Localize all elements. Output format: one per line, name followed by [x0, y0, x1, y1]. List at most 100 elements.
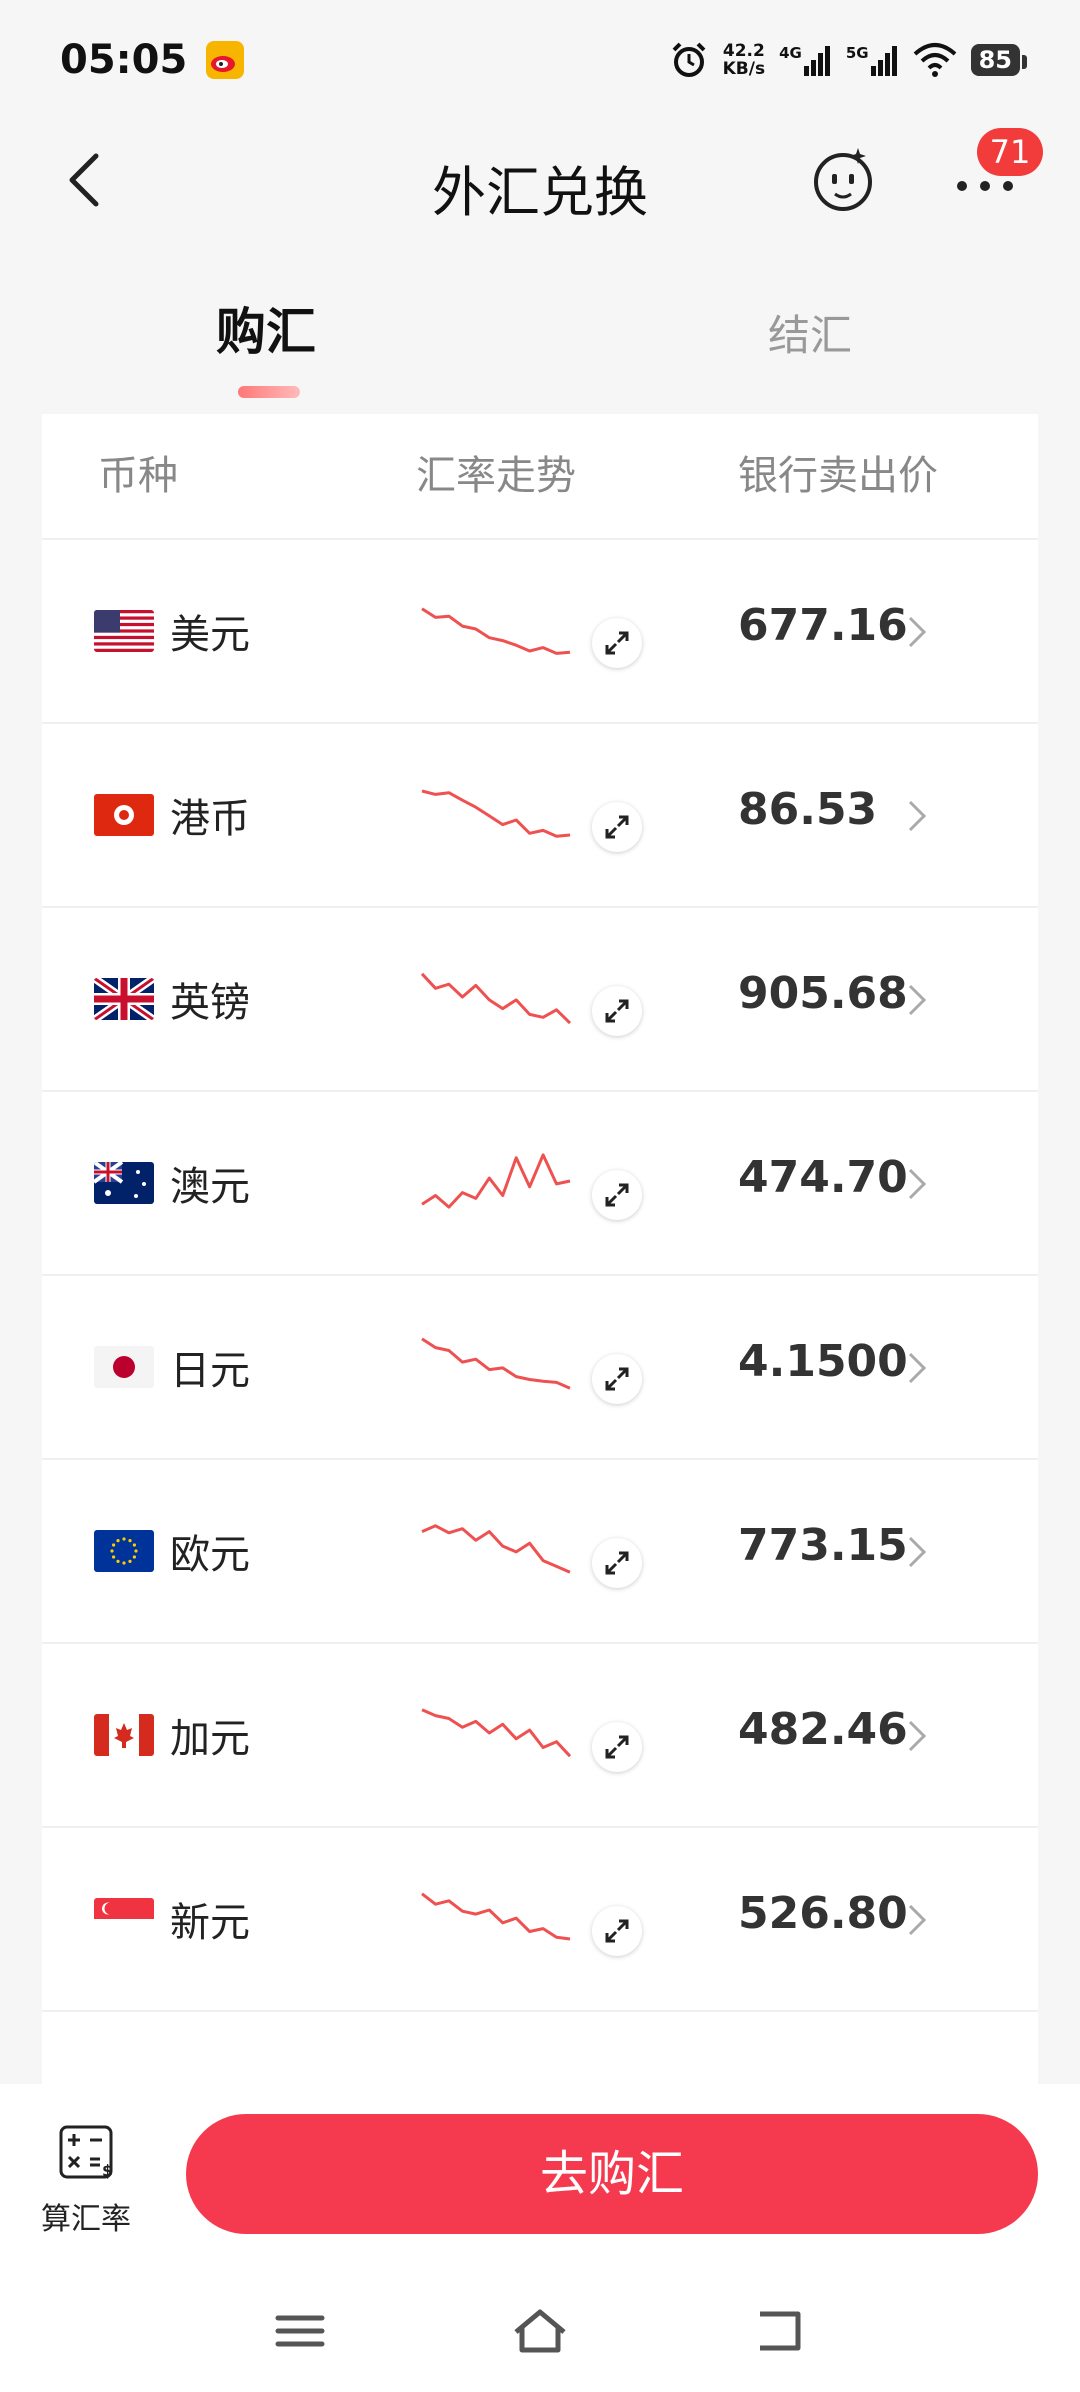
currency-row[interactable]: 加元 482.46 [42, 1644, 1038, 1826]
trend-sparkline [421, 1708, 572, 1758]
expand-icon [605, 815, 629, 839]
gb-flag [94, 978, 154, 1020]
status-icons: 42.2 KB/s 4G 5G 85 [669, 40, 1028, 80]
expand-chart-button[interactable] [592, 618, 642, 668]
sell-price: 526.80 [738, 1888, 908, 1939]
app-header: 外汇兑换 [0, 120, 1080, 240]
speed-value: 42.2 [722, 41, 765, 61]
currency-row[interactable]: 港币 86.53 [42, 724, 1038, 906]
notification-badge: 71 [977, 128, 1043, 176]
active-tab-indicator [238, 386, 300, 398]
bottom-bar: $ 算汇率 去购汇 [0, 2084, 1080, 2392]
currency-name: 欧元 [170, 1532, 250, 1578]
trend-sparkline [421, 1337, 571, 1390]
expand-icon [605, 1551, 629, 1575]
trend-sparkline [421, 1524, 571, 1574]
tab-sell[interactable]: 结汇 [768, 302, 852, 363]
net-label-5g: 5G [845, 44, 869, 62]
currency-row[interactable]: 欧元 773.15 [42, 1460, 1038, 1642]
expand-chart-button[interactable] [592, 802, 642, 852]
currency-row[interactable]: 英镑 905.68 [42, 908, 1038, 1090]
expand-icon [605, 1919, 629, 1943]
expand-chart-button[interactable] [592, 1906, 642, 1956]
column-header-price: 银行卖出价 [738, 453, 938, 499]
calc-rate-button[interactable]: $ 算汇率 [36, 2124, 136, 2244]
signal-bars-icon [803, 46, 830, 76]
sell-price: 773.15 [738, 1520, 908, 1571]
currency-name: 英镑 [170, 980, 250, 1026]
menu-nav-icon[interactable] [270, 2306, 330, 2356]
sell-price: 905.68 [738, 968, 908, 1019]
chevron-right-icon [908, 1352, 927, 1384]
us-flag [94, 610, 154, 652]
expand-chart-button[interactable] [592, 1722, 642, 1772]
signal-bars-icon [870, 46, 897, 76]
battery-indicator: 85 [970, 44, 1028, 76]
expand-chart-button[interactable] [592, 1354, 642, 1404]
trend-line [421, 1153, 571, 1209]
sg-flag [94, 1898, 154, 1940]
calc-rate-label: 算汇率 [41, 2202, 131, 2237]
status-time: 05:05 [60, 37, 188, 83]
expand-chart-button[interactable] [592, 1170, 642, 1220]
calculator-icon: $ [59, 2125, 113, 2180]
svg-text:$: $ [102, 2161, 113, 2180]
currency-row[interactable]: 澳元 474.70 [42, 1092, 1038, 1274]
signal-4g: 4G [779, 44, 832, 76]
chevron-right-icon [908, 1536, 927, 1568]
alarm-icon [672, 42, 706, 77]
trend-line [421, 1337, 571, 1390]
currency-name: 日元 [170, 1348, 250, 1394]
expand-icon [605, 1183, 629, 1207]
go-buy-button[interactable]: 去购汇 [186, 2114, 1038, 2234]
expand-icon [605, 999, 629, 1023]
currency-row[interactable]: 新元 526.80 [42, 1828, 1038, 2010]
column-header-trend: 汇率走势 [416, 453, 576, 499]
currency-name: 美元 [170, 612, 250, 658]
expand-icon [605, 1367, 629, 1391]
trend-line [421, 1708, 572, 1758]
trend-line [421, 607, 571, 655]
jp-flag [94, 1346, 154, 1388]
column-header-currency: 币种 [98, 453, 178, 499]
speed-unit: KB/s [722, 59, 766, 79]
assistant-icon[interactable] [808, 144, 878, 214]
chevron-right-icon [908, 800, 927, 832]
currency-name: 澳元 [170, 1164, 250, 1210]
sell-price: 474.70 [738, 1152, 908, 1203]
trend-line [421, 1892, 571, 1941]
hk-flag [94, 794, 154, 836]
chevron-right-icon [908, 1720, 927, 1752]
ca-flag [94, 1714, 154, 1756]
back-nav-icon[interactable] [750, 2306, 810, 2356]
network-speed: 42.2 KB/s [723, 42, 765, 78]
eu-flag [94, 1530, 154, 1572]
expand-chart-button[interactable] [592, 1538, 642, 1588]
tab-buy[interactable]: 购汇 [216, 292, 316, 364]
home-nav-icon[interactable] [510, 2306, 570, 2356]
trend-line [421, 1524, 571, 1574]
currency-name: 新元 [170, 1900, 250, 1946]
sell-price: 86.53 [738, 784, 878, 835]
trend-line [420, 972, 572, 1025]
trend-sparkline [421, 607, 571, 655]
expand-chart-button[interactable] [592, 986, 642, 1036]
page-title: 外汇兑换 [432, 161, 648, 224]
chevron-right-icon [908, 1168, 927, 1200]
sell-price: 482.46 [738, 1704, 908, 1755]
currency-table: 币种 汇率走势 银行卖出价 美元 677.16 港币 86.53 英镑 905.68 澳元 4… [42, 414, 1038, 2084]
wifi-icon [913, 43, 956, 77]
sell-price: 4.1500 [738, 1336, 908, 1387]
chevron-right-icon [908, 616, 927, 648]
trend-sparkline [421, 789, 571, 838]
au-flag [94, 1162, 154, 1204]
tab-bar: 购汇 结汇 [0, 280, 1080, 410]
weibo-icon [206, 41, 245, 79]
currency-row[interactable]: 日元 4.1500 [42, 1276, 1038, 1458]
currency-row[interactable]: 美元 677.16 [42, 540, 1038, 722]
trend-sparkline [420, 972, 572, 1025]
chevron-right-icon [908, 984, 927, 1016]
trend-sparkline [421, 1153, 571, 1209]
trend-sparkline [421, 1892, 571, 1941]
signal-5g: 5G [846, 44, 899, 76]
